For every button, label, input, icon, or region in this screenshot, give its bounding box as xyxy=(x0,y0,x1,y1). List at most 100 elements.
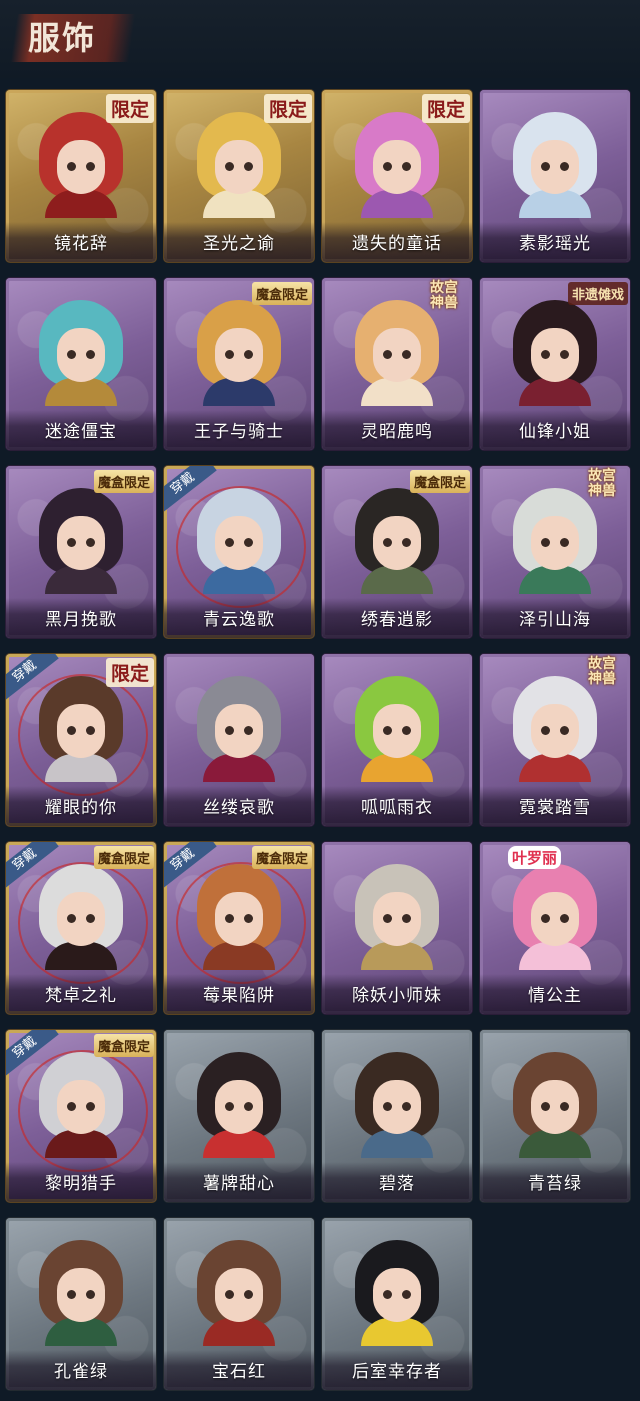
character-portrait xyxy=(189,672,289,782)
costume-card[interactable]: 限定 穿戴 耀眼的你 xyxy=(6,654,156,826)
character-portrait xyxy=(31,296,131,406)
costume-card[interactable]: 故宫神兽 霓裳踏雪 xyxy=(480,654,630,826)
portrait-eye xyxy=(541,726,550,735)
costume-card[interactable]: 魔盒限定 绣春逍影 xyxy=(322,466,472,638)
costume-card[interactable]: 薯牌甜心 xyxy=(164,1030,314,1202)
portrait-eye xyxy=(225,1102,234,1111)
portrait-eye xyxy=(560,726,569,735)
costume-name: 后室幸存者 xyxy=(352,1362,442,1382)
portrait-eye xyxy=(86,1290,95,1299)
portrait-face xyxy=(531,1080,579,1134)
costume-name: 素影瑶光 xyxy=(519,234,591,254)
costume-card[interactable]: 宝石红 xyxy=(164,1218,314,1390)
portrait-face xyxy=(57,140,105,194)
costume-name: 青苔绿 xyxy=(528,1174,582,1194)
yeluoli-badge: 叶罗丽 xyxy=(508,846,562,869)
costume-name: 梵卓之礼 xyxy=(45,986,117,1006)
costume-card[interactable]: 呱呱雨衣 xyxy=(322,654,472,826)
costume-card[interactable]: 魔盒限定 王子与骑士 xyxy=(164,278,314,450)
portrait-eye xyxy=(67,538,76,547)
portrait-eye xyxy=(67,914,76,923)
gugong-badge: 故宫神兽 xyxy=(430,280,458,311)
costume-name: 遗失的童话 xyxy=(352,234,442,254)
costume-card[interactable]: 迷途僵宝 xyxy=(6,278,156,450)
costume-card[interactable]: 魔盒限定 黑月挽歌 xyxy=(6,466,156,638)
portrait-face xyxy=(57,704,105,758)
costume-card[interactable]: 限定 镜花辞 xyxy=(6,90,156,262)
portrait-face xyxy=(57,892,105,946)
portrait-eye xyxy=(541,914,550,923)
portrait-eye xyxy=(67,350,76,359)
portrait-face xyxy=(215,140,263,194)
costume-card[interactable]: 碧落 xyxy=(322,1030,472,1202)
costume-card[interactable]: 青苔绿 xyxy=(480,1030,630,1202)
portrait-eye xyxy=(402,1290,411,1299)
character-portrait xyxy=(189,296,289,406)
costume-name: 黑月挽歌 xyxy=(45,610,117,630)
portrait-face xyxy=(215,892,263,946)
limited-badge: 限定 xyxy=(105,658,154,687)
costume-card[interactable]: 限定 遗失的童话 xyxy=(322,90,472,262)
costume-card[interactable]: 限定 圣光之谕 xyxy=(164,90,314,262)
portrait-eye xyxy=(560,350,569,359)
portrait-eye xyxy=(244,914,253,923)
costume-card[interactable]: 除妖小师妹 xyxy=(322,842,472,1014)
portrait-eye xyxy=(86,538,95,547)
portrait-eye xyxy=(67,162,76,171)
costume-card[interactable]: 故宫神兽 灵昭鹿鸣 xyxy=(322,278,472,450)
portrait-eye xyxy=(383,162,392,171)
costume-card[interactable]: 非遗傩戏 仙锋小姐 xyxy=(480,278,630,450)
portrait-eye xyxy=(225,914,234,923)
portrait-face xyxy=(531,140,579,194)
portrait-eye xyxy=(541,1102,550,1111)
costume-card[interactable]: 后室幸存者 xyxy=(322,1218,472,1390)
costume-card[interactable]: 丝缕哀歌 xyxy=(164,654,314,826)
portrait-eye xyxy=(244,1290,253,1299)
portrait-eye xyxy=(383,726,392,735)
character-portrait xyxy=(189,484,289,594)
costume-card[interactable]: 魔盒限定 穿戴 莓果陷阱 xyxy=(164,842,314,1014)
character-portrait xyxy=(347,1048,447,1158)
portrait-eye xyxy=(560,162,569,171)
character-portrait xyxy=(31,1048,131,1158)
portrait-eye xyxy=(225,726,234,735)
character-portrait xyxy=(505,296,605,406)
costume-name: 黎明猎手 xyxy=(45,1174,117,1194)
portrait-eye xyxy=(67,1290,76,1299)
portrait-eye xyxy=(244,162,253,171)
costume-card[interactable]: 叶罗丽情公主 xyxy=(480,842,630,1014)
portrait-eye xyxy=(67,1102,76,1111)
portrait-eye xyxy=(402,1102,411,1111)
character-portrait xyxy=(189,860,289,970)
portrait-face xyxy=(373,140,421,194)
portrait-face xyxy=(215,704,263,758)
character-portrait xyxy=(347,672,447,782)
costume-name: 莓果陷阱 xyxy=(203,986,275,1006)
costume-name: 丝缕哀歌 xyxy=(203,798,275,818)
gugong-badge: 故宫神兽 xyxy=(588,468,616,499)
costume-card[interactable]: 故宫神兽 泽引山海 xyxy=(480,466,630,638)
costume-card[interactable]: 孔雀绿 xyxy=(6,1218,156,1390)
portrait-face xyxy=(531,704,579,758)
portrait-face xyxy=(215,328,263,382)
portrait-eye xyxy=(86,914,95,923)
costume-card[interactable]: 魔盒限定 穿戴 梵卓之礼 xyxy=(6,842,156,1014)
costume-card[interactable]: 魔盒限定 穿戴 黎明猎手 xyxy=(6,1030,156,1202)
portrait-face xyxy=(531,892,579,946)
costume-name: 霓裳踏雪 xyxy=(519,798,591,818)
character-portrait xyxy=(189,1236,289,1346)
portrait-eye xyxy=(244,350,253,359)
costume-name: 迷途僵宝 xyxy=(45,422,117,442)
portrait-eye xyxy=(225,1290,234,1299)
character-portrait xyxy=(347,108,447,218)
portrait-face xyxy=(57,1080,105,1134)
costume-card[interactable]: 素影瑶光 xyxy=(480,90,630,262)
costume-card[interactable]: 穿戴 青云逸歌 xyxy=(164,466,314,638)
character-portrait xyxy=(189,1048,289,1158)
character-portrait xyxy=(347,484,447,594)
costume-name: 情公主 xyxy=(528,986,582,1006)
portrait-face xyxy=(215,516,263,570)
mohe-badge: 魔盒限定 xyxy=(409,470,470,493)
character-portrait xyxy=(505,108,605,218)
portrait-eye xyxy=(244,1102,253,1111)
